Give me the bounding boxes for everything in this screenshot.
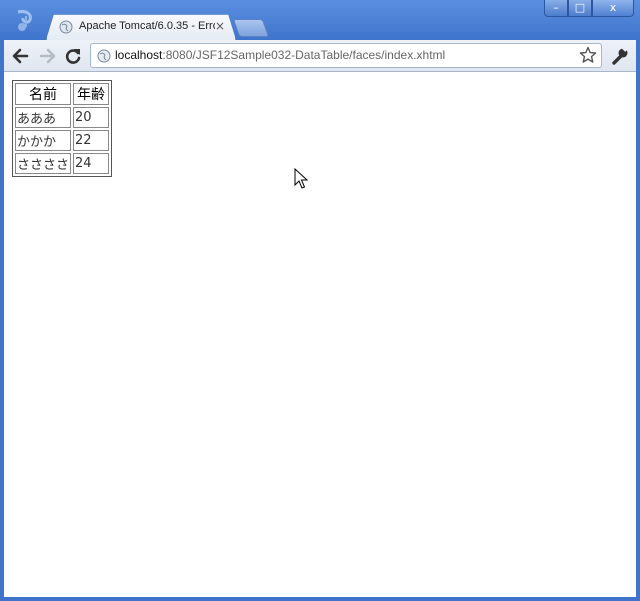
column-header-age: 年齢 (73, 83, 110, 105)
forward-arrow-icon[interactable] (36, 46, 58, 66)
mouse-cursor-icon (294, 168, 308, 189)
table-row: かかか 22 (15, 130, 110, 151)
window-controls: – □ x (544, 0, 634, 17)
chrome-logo-icon (17, 10, 32, 31)
reload-icon[interactable] (62, 46, 84, 66)
cell-name: かかか (15, 130, 72, 151)
cell-name: あああ (15, 107, 72, 128)
minimize-button[interactable]: – (544, 0, 568, 17)
title-bar: Apache Tomcat/6.0.35 - Erro × – □ x (0, 0, 640, 40)
browser-window: Apache Tomcat/6.0.35 - Erro × – □ x loca… (0, 0, 640, 601)
cell-age: 22 (73, 130, 110, 151)
back-arrow-icon[interactable] (10, 46, 32, 66)
tab-title: Apache Tomcat/6.0.35 - Erro (79, 20, 215, 32)
column-header-name: 名前 (15, 83, 72, 105)
url-text: localhost:8080/JSF12Sample032-DataTable/… (115, 48, 445, 62)
page-content: 名前 年齢 あああ 20 かかか 22 ささささ 24 (4, 72, 636, 597)
cell-age: 20 (73, 107, 110, 128)
star-icon[interactable] (579, 46, 597, 64)
table-header-row: 名前 年齢 (15, 83, 110, 105)
wrench-icon[interactable] (610, 46, 630, 66)
url-path: :8080/JSF12Sample032-DataTable/faces/ind… (162, 48, 446, 62)
maximize-button[interactable]: □ (568, 0, 592, 17)
cell-name: ささささ (15, 153, 72, 174)
browser-toolbar: localhost:8080/JSF12Sample032-DataTable/… (4, 40, 636, 72)
url-host: localhost (115, 48, 163, 62)
data-table: 名前 年齢 あああ 20 かかか 22 ささささ 24 (12, 80, 113, 177)
tab-close-icon[interactable]: × (215, 19, 225, 33)
cell-age: 24 (73, 153, 110, 174)
table-row: あああ 20 (15, 107, 110, 128)
globe-icon (97, 49, 111, 63)
new-tab-button[interactable] (232, 19, 270, 37)
tab-active[interactable]: Apache Tomcat/6.0.35 - Erro × (46, 14, 236, 40)
globe-icon (59, 20, 73, 34)
close-button[interactable]: x (592, 0, 634, 17)
table-row: ささささ 24 (15, 153, 110, 174)
address-bar[interactable]: localhost:8080/JSF12Sample032-DataTable/… (90, 43, 602, 68)
